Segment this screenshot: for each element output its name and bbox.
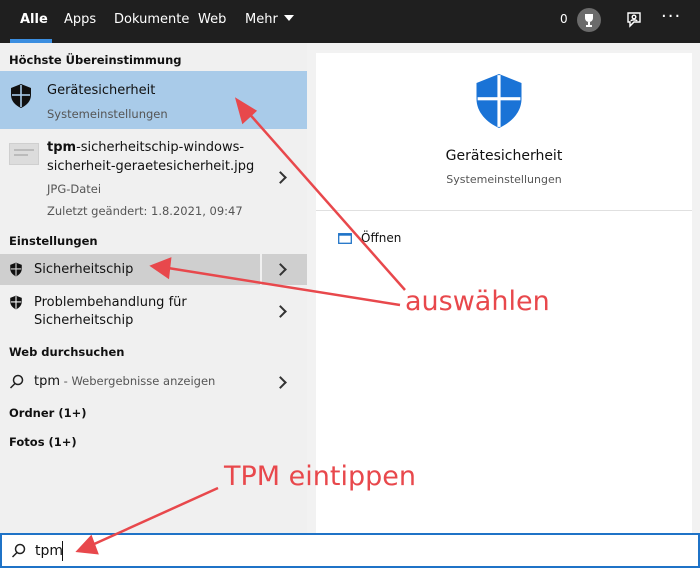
arrow-to-search — [91, 486, 219, 547]
arrow-to-geraetesicherheit — [245, 109, 406, 291]
arrow-to-sicherheitschip — [167, 266, 401, 307]
annotation-select: auswählen — [405, 286, 550, 317]
annotation-type: TPM eintippen — [224, 461, 416, 492]
arrowhead — [75, 534, 99, 555]
arrowhead — [149, 257, 172, 280]
